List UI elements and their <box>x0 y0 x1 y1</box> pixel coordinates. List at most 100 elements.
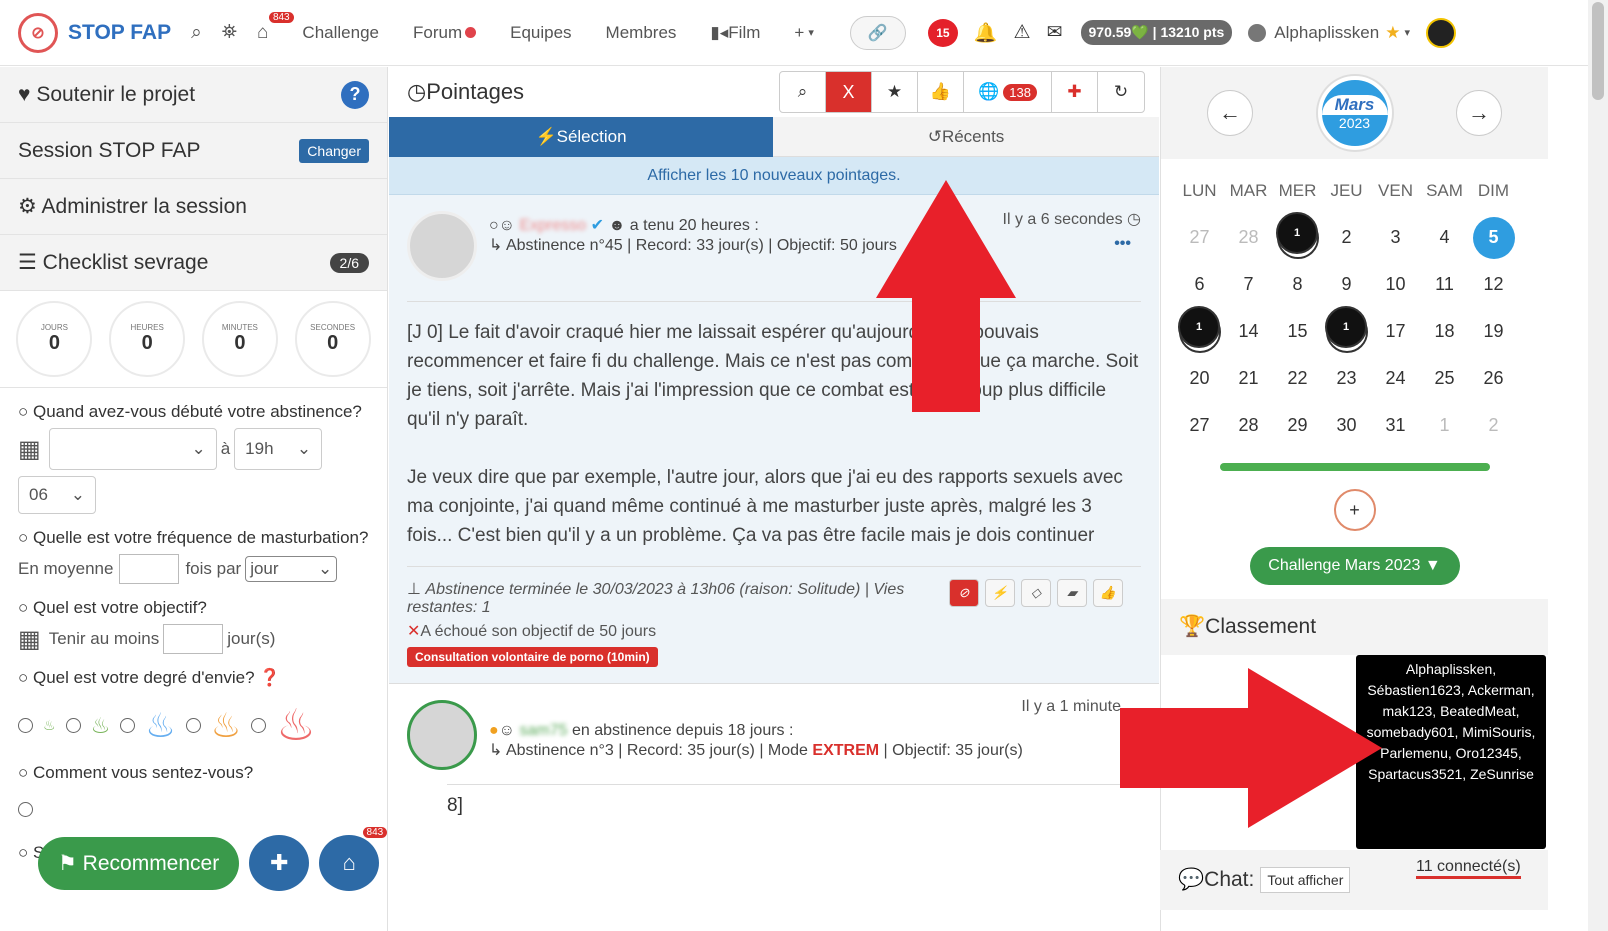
checklist-header[interactable]: ☰ Checklist sevrage 2/6 <box>0 235 387 291</box>
nav-film-label[interactable]: Film <box>728 23 760 43</box>
calendar-day[interactable]: 27 <box>1175 214 1224 261</box>
new-posts-banner[interactable]: Afficher les 10 nouveaux pointages. <box>389 157 1159 195</box>
calendar-day[interactable]: 21 <box>1224 355 1273 402</box>
period-select[interactable]: jour ⌄ <box>245 556 338 582</box>
post-username[interactable]: sam75 <box>519 722 567 739</box>
first-aid-button[interactable]: ✚ <box>249 835 310 891</box>
globe-filter-button[interactable]: 🌐 138 <box>964 72 1052 112</box>
start-date-select[interactable]: ⌄ <box>48 428 217 470</box>
calendar-day[interactable]: 24 <box>1371 355 1420 402</box>
tab-selection[interactable]: ⚡ Sélection <box>389 117 773 157</box>
challenge-button[interactable]: Challenge Mars 2023 ▼ <box>1249 547 1460 585</box>
minute-select[interactable]: 06 ⌄ <box>18 476 96 514</box>
heart-icon[interactable]: 15 <box>927 18 958 47</box>
avatar[interactable] <box>1425 17 1456 48</box>
calendar-day[interactable]: 131 <box>1175 306 1224 355</box>
user-menu[interactable]: Alphaplissken ★ ▾ <box>1248 17 1456 48</box>
calendar-day[interactable]: 11 <box>1420 261 1469 308</box>
link-icon[interactable]: 🔗 <box>849 15 906 50</box>
nav-forum[interactable]: Forum <box>413 23 477 43</box>
connected-users-link[interactable]: 11 connecté(s) <box>1416 858 1521 879</box>
feeling-radio[interactable] <box>18 801 33 817</box>
brand-name[interactable]: STOP FAP <box>68 21 171 45</box>
challenge-label[interactable]: Challenge Mars 2023 <box>1268 557 1420 574</box>
calendar-day[interactable]: 25 <box>1420 355 1469 402</box>
tab-recents[interactable]: ↺ Récents <box>773 117 1159 157</box>
close-icon[interactable]: X <box>826 72 872 112</box>
tab-recents-label[interactable]: Récents <box>942 127 1004 147</box>
comment-icon[interactable]: ▰ <box>1057 579 1087 607</box>
logo-icon[interactable]: ⊘ <box>18 12 58 53</box>
diamond-icon[interactable]: ◇ <box>1021 579 1051 607</box>
calendar-day[interactable]: 15 <box>1273 308 1322 355</box>
calendar-day[interactable]: 8 <box>1273 261 1322 308</box>
restart-button[interactable]: ⚑ Recommencer <box>38 836 240 890</box>
calendar-day[interactable]: 19 <box>1469 308 1518 355</box>
calendar-day[interactable]: 6 <box>1175 261 1224 308</box>
nav-membres[interactable]: Membres <box>606 23 677 43</box>
map-icon[interactable]: ⛯ <box>222 22 237 44</box>
scrollbar-thumb[interactable] <box>1592 2 1604 100</box>
nav-forum-label[interactable]: Forum <box>413 23 462 43</box>
desire-radio-4[interactable] <box>185 718 201 733</box>
frequency-input[interactable] <box>119 554 180 584</box>
admin-label[interactable]: Administrer la session <box>42 195 247 218</box>
desire-radio-2[interactable] <box>65 718 81 733</box>
nav-equipes[interactable]: Equipes <box>510 23 571 43</box>
desire-radio-3[interactable] <box>120 718 136 733</box>
mail-icon[interactable]: ✉ <box>1047 21 1063 44</box>
calendar-day[interactable]: 9 <box>1322 261 1371 308</box>
thumbs-up-icon[interactable]: 👍 <box>1093 579 1123 607</box>
more-options-icon[interactable]: ••• <box>1114 235 1131 253</box>
refresh-icon[interactable]: ↻ <box>1098 72 1144 112</box>
bell-icon[interactable]: 🔔 <box>974 21 998 45</box>
search-icon[interactable]: ⌕ <box>780 72 826 112</box>
calendar-day-number[interactable]: 5 <box>1472 216 1515 259</box>
lightning-icon[interactable]: ⚡ <box>985 579 1015 607</box>
calendar-day[interactable]: 26 <box>1469 355 1518 402</box>
calendar-day[interactable]: 31 <box>1371 402 1420 449</box>
calendar-day[interactable]: 12 <box>1469 261 1518 308</box>
avatar[interactable] <box>407 211 477 281</box>
calendar-day-today[interactable]: 5 <box>1469 214 1518 261</box>
calendar-day[interactable]: 4 <box>1420 214 1469 261</box>
warning-icon[interactable]: ⚠ <box>1014 21 1031 44</box>
username[interactable]: Alphaplissken <box>1274 23 1379 43</box>
change-session-button[interactable]: Changer <box>299 138 369 163</box>
tab-selection-label[interactable]: Sélection <box>557 127 627 147</box>
add-button[interactable]: + <box>1333 489 1376 531</box>
scrollbar[interactable] <box>1588 0 1608 931</box>
calendar-day[interactable]: 161 <box>1322 306 1371 355</box>
calendar-day[interactable]: 22 <box>1273 355 1322 402</box>
calendar-day[interactable]: 28 <box>1224 402 1273 449</box>
calendar-day[interactable]: 18 <box>1420 308 1469 355</box>
nav-plus-menu[interactable]: + ▾ <box>794 23 813 43</box>
ban-icon[interactable]: ⊘ <box>949 579 979 607</box>
goal-input[interactable] <box>163 624 224 654</box>
show-all-button[interactable]: Tout afficher <box>1260 867 1351 893</box>
home-icon[interactable]: ⌂ 843 <box>257 11 294 44</box>
arrow-right-icon[interactable]: → <box>1456 90 1502 136</box>
desire-radio-5[interactable] <box>251 718 267 733</box>
points-badge[interactable]: 970.59💚 | 13210 pts <box>1080 20 1233 45</box>
help-icon[interactable]: ❓ <box>259 668 280 687</box>
calendar-day[interactable]: 10 <box>1371 261 1420 308</box>
calendar-day[interactable]: 1 <box>1420 402 1469 449</box>
restart-label[interactable]: Recommencer <box>83 852 220 875</box>
calendar-day[interactable]: 2 <box>1322 214 1371 261</box>
calendar-day[interactable]: 3 <box>1371 214 1420 261</box>
calendar-day[interactable]: 29 <box>1273 402 1322 449</box>
arrow-left-icon[interactable]: ← <box>1207 90 1253 136</box>
post-username[interactable]: Expresso <box>519 217 586 234</box>
avatar[interactable] <box>407 700 477 770</box>
calendar-day[interactable]: 14 <box>1224 308 1273 355</box>
calendar-day[interactable]: 23 <box>1322 355 1371 402</box>
admin-title[interactable]: ⚙ Administrer la session <box>18 194 247 219</box>
support-header[interactable]: ♥ Soutenir le projet? <box>0 67 387 123</box>
calendar-day[interactable]: 27 <box>1175 402 1224 449</box>
hour-select[interactable]: 19h ⌄ <box>234 428 323 470</box>
help-icon[interactable]: ? <box>341 80 369 109</box>
star-icon[interactable]: ★ <box>872 72 918 112</box>
calendar-day[interactable]: 2 <box>1469 402 1518 449</box>
calendar-day[interactable]: 20 <box>1175 355 1224 402</box>
